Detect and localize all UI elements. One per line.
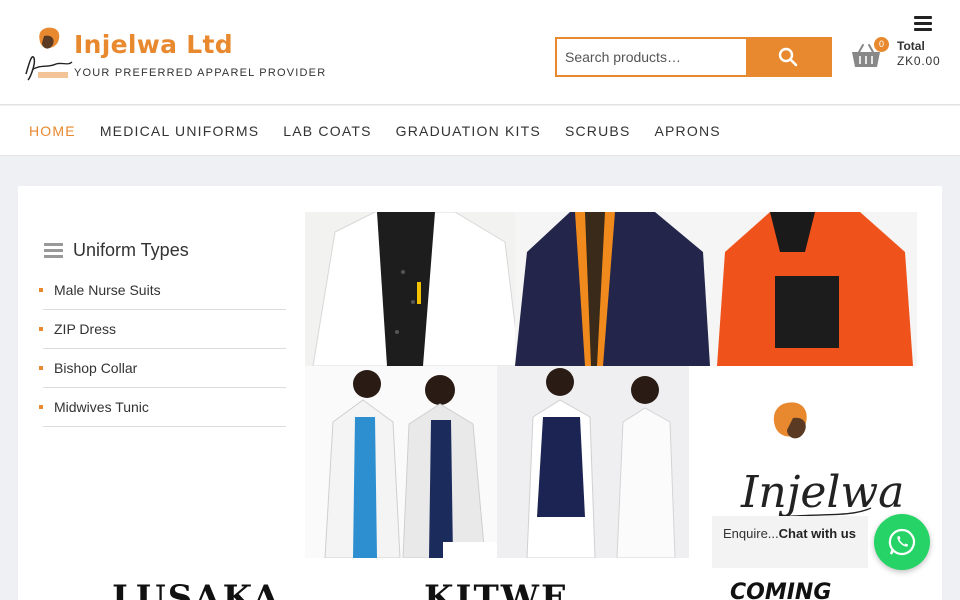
site-header: Injelwa Ltd YOUR PREFERRED APPAREL PROVI…: [0, 0, 960, 105]
city-lusaka-banner[interactable]: LUSAKA: [112, 578, 281, 600]
city-kitwe-banner[interactable]: KITWE: [424, 578, 569, 600]
main-nav: HOME MEDICAL UNIFORMS LAB COATS GRADUATI…: [0, 106, 960, 156]
sidebar-item-label: Midwives Tunic: [54, 399, 149, 415]
uniform-types-list: Male Nurse Suits ZIP Dress Bishop Collar…: [38, 271, 286, 427]
nav-item-aprons[interactable]: APRONS: [642, 123, 732, 139]
bullet-icon: [39, 366, 43, 370]
nav-item-lab-coats[interactable]: LAB COATS: [271, 123, 383, 139]
bullet-icon: [39, 405, 43, 409]
enquire-chat-label: Chat with us: [778, 526, 856, 541]
list-icon: [44, 242, 63, 259]
nav-item-scrubs[interactable]: SCRUBS: [553, 123, 643, 139]
hero-logo-text: Injelwa: [740, 467, 904, 518]
bullet-icon: [39, 288, 43, 292]
nav-item-home[interactable]: HOME: [17, 123, 88, 139]
sidebar-item-male-nurse-suits[interactable]: Male Nurse Suits: [39, 271, 286, 310]
coming-soon-banner[interactable]: COMING: [730, 580, 831, 600]
sidebar-item-midwives-tunic[interactable]: Midwives Tunic: [39, 388, 286, 427]
hamburger-icon[interactable]: [914, 16, 932, 32]
cart-count-badge: 0: [874, 37, 889, 52]
sidebar-item-label: Male Nurse Suits: [54, 282, 161, 298]
cart-total-label: Total: [897, 39, 925, 53]
site-tagline: YOUR PREFERRED APPAREL PROVIDER: [74, 67, 327, 79]
whatsapp-icon: [888, 528, 916, 556]
sidebar-title: Uniform Types: [73, 240, 189, 260]
hero-banner[interactable]: Injelwa: [305, 212, 917, 558]
bullet-icon: [39, 327, 43, 331]
logo-icon[interactable]: [22, 24, 74, 86]
whatsapp-enquire-bubble[interactable]: Enquire...Chat with us: [712, 516, 868, 568]
cart-total-value: ZK0.00: [897, 54, 941, 68]
sidebar-item-zip-dress[interactable]: ZIP Dress: [39, 310, 286, 349]
search-button[interactable]: [746, 39, 830, 75]
site-title[interactable]: Injelwa Ltd: [74, 30, 233, 59]
sidebar-header: Uniform Types: [44, 240, 189, 261]
nav-item-graduation-kits[interactable]: GRADUATION KITS: [384, 123, 553, 139]
sidebar-item-label: Bishop Collar: [54, 360, 138, 376]
search-input[interactable]: [557, 39, 746, 75]
search-icon: [778, 47, 798, 67]
nav-item-medical-uniforms[interactable]: MEDICAL UNIFORMS: [88, 123, 271, 139]
sidebar-item-label: ZIP Dress: [54, 321, 116, 337]
whatsapp-chat-button[interactable]: [874, 514, 930, 570]
sidebar-item-bishop-collar[interactable]: Bishop Collar: [39, 349, 286, 388]
search-bar: [555, 37, 832, 77]
hero-collage-image: Injelwa: [305, 212, 917, 558]
enquire-prefix: Enquire...: [723, 526, 779, 541]
